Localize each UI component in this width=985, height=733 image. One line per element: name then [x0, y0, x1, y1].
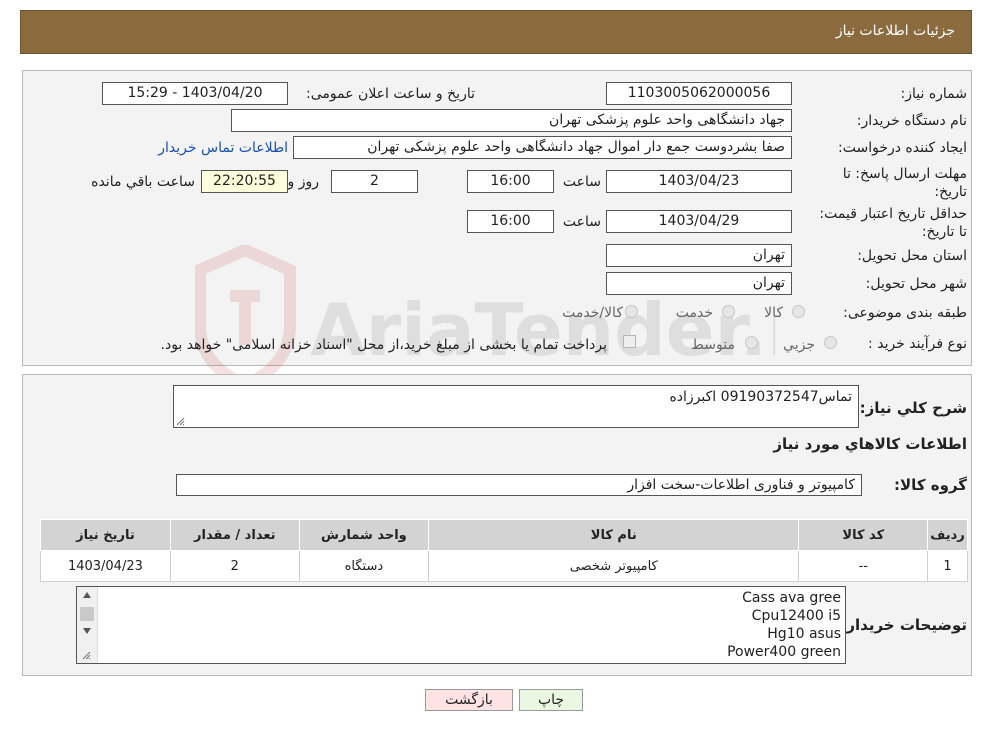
col-date: تاريخ نياز	[40, 519, 171, 551]
cell-name: کامپیوتر شخصی	[428, 550, 800, 582]
reply-time-label: ساعت	[562, 174, 601, 190]
category-service-label: خدمت	[675, 305, 713, 321]
resize-grip-icon[interactable]	[81, 650, 91, 660]
reply-date-field: 1403/04/23	[606, 170, 792, 193]
goods-info-title: اطلاعات کالاهاي مورد نياز	[773, 435, 967, 453]
goods-table: رديف کد کالا نام کالا واحد شمارش تعداد /…	[40, 519, 968, 582]
col-qty: تعداد / مقدار	[169, 519, 300, 551]
buyer-notes-label: توضيحات خريدار:	[840, 616, 967, 634]
cell-row: 1	[927, 550, 968, 582]
requester-field: صفا بشردوست جمع دار اموال جهاد دانشگاهی …	[293, 136, 792, 159]
col-unit: واحد شمارش	[298, 519, 430, 551]
cell-qty: 2	[169, 550, 300, 582]
summary-field: تماس09190372547 اکبرزاده	[173, 385, 859, 428]
scroll-up-icon[interactable]	[82, 591, 92, 599]
need-number-field: 1103005062000056	[606, 82, 792, 105]
buyer-note-line: Power400 green	[727, 644, 841, 660]
remaining-label: ساعت باقي مانده	[91, 174, 195, 190]
notes-scrollbar[interactable]	[77, 587, 98, 663]
buyer-note-line: Cass ava gree	[742, 590, 841, 606]
resize-grip-icon[interactable]	[175, 416, 185, 426]
process-small-label: جزیي	[783, 337, 815, 353]
category-service-radio[interactable]	[722, 305, 735, 318]
goods-group-label: گروه کالا:	[894, 476, 967, 494]
buyer-org-label: نام دستگاه خریدار:	[856, 113, 967, 129]
col-name: نام کالا	[428, 519, 800, 551]
category-label: طبقه بندی موضوعی:	[843, 305, 967, 321]
remaining-time-field: 22:20:55	[201, 170, 288, 193]
page-header: جزئیات اطلاعات نیاز	[20, 10, 972, 54]
requester-label: ایجاد کننده درخواست:	[838, 140, 967, 156]
city-field: تهران	[606, 272, 792, 295]
price-validity-label: حداقل تاريخ اعتبار قيمت: تا تاريخ:	[819, 206, 967, 240]
cell-date: 1403/04/23	[40, 550, 171, 582]
buyer-note-line: Hg10 asus	[767, 626, 841, 642]
category-both-label: کالا/خدمت	[562, 305, 623, 321]
buyer-contact-link[interactable]: اطلاعات تماس خریدار	[158, 140, 288, 156]
price-time-field: 16:00	[467, 210, 554, 233]
payment-note: پرداخت تمام یا بخشی از مبلغ خرید،از محل …	[160, 337, 607, 353]
process-label: نوع فرآیند خرید :	[868, 336, 967, 352]
cell-unit: دستگاه	[298, 550, 430, 582]
goods-group-field: کامپیوتر و فناوری اطلاعات-سخت افزار	[176, 474, 862, 496]
process-medium-radio[interactable]	[745, 336, 758, 349]
scroll-down-icon[interactable]	[82, 627, 92, 635]
treasury-checkbox[interactable]	[623, 335, 636, 348]
print-button[interactable]: چاپ	[519, 689, 583, 711]
announce-label: تاریخ و ساعت اعلان عمومی:	[306, 86, 475, 102]
table-header-row: رديف کد کالا نام کالا واحد شمارش تعداد /…	[40, 519, 968, 551]
buyer-notes-field: Cass ava gree Cpu12400 i5 Hg10 asus Powe…	[76, 586, 846, 664]
price-date-field: 1403/04/29	[606, 210, 792, 233]
col-code: کد کالا	[798, 519, 929, 551]
process-medium-label: متوسط	[691, 337, 735, 353]
province-label: استان محل تحویل:	[857, 248, 967, 264]
price-time-label: ساعت	[562, 214, 601, 230]
table-row: 1 -- کامپیوتر شخصی دستگاه 2 1403/04/23	[40, 550, 968, 582]
process-small-radio[interactable]	[824, 336, 837, 349]
reply-time-field: 16:00	[467, 170, 554, 193]
back-button[interactable]: بازگشت	[425, 689, 513, 711]
days-label: روز و	[287, 174, 320, 190]
city-label: شهر محل تحویل:	[865, 276, 967, 292]
reply-deadline-label: مهلت ارسال پاسخ: تا تاریخ:	[842, 166, 967, 200]
page-title: جزئیات اطلاعات نیاز	[835, 23, 955, 39]
scroll-thumb[interactable]	[80, 607, 94, 621]
summary-text: تماس09190372547 اکبرزاده	[669, 389, 852, 405]
cell-code: --	[798, 550, 929, 582]
announce-field: 1403/04/20 - 15:29	[102, 82, 288, 105]
buyer-note-line: Cpu12400 i5	[751, 608, 841, 624]
days-field: 2	[331, 170, 418, 193]
buyer-org-field: جهاد دانشگاهی واحد علوم پزشکی تهران	[231, 109, 792, 132]
category-goods-radio[interactable]	[792, 305, 805, 318]
category-goods-label: کالا	[764, 305, 783, 321]
col-row: رديف	[927, 519, 968, 551]
need-number-label: شماره نیاز:	[900, 86, 968, 102]
province-field: تهران	[606, 244, 792, 267]
category-both-radio[interactable]	[625, 305, 638, 318]
summary-label: شرح کلي نياز:	[859, 399, 967, 417]
